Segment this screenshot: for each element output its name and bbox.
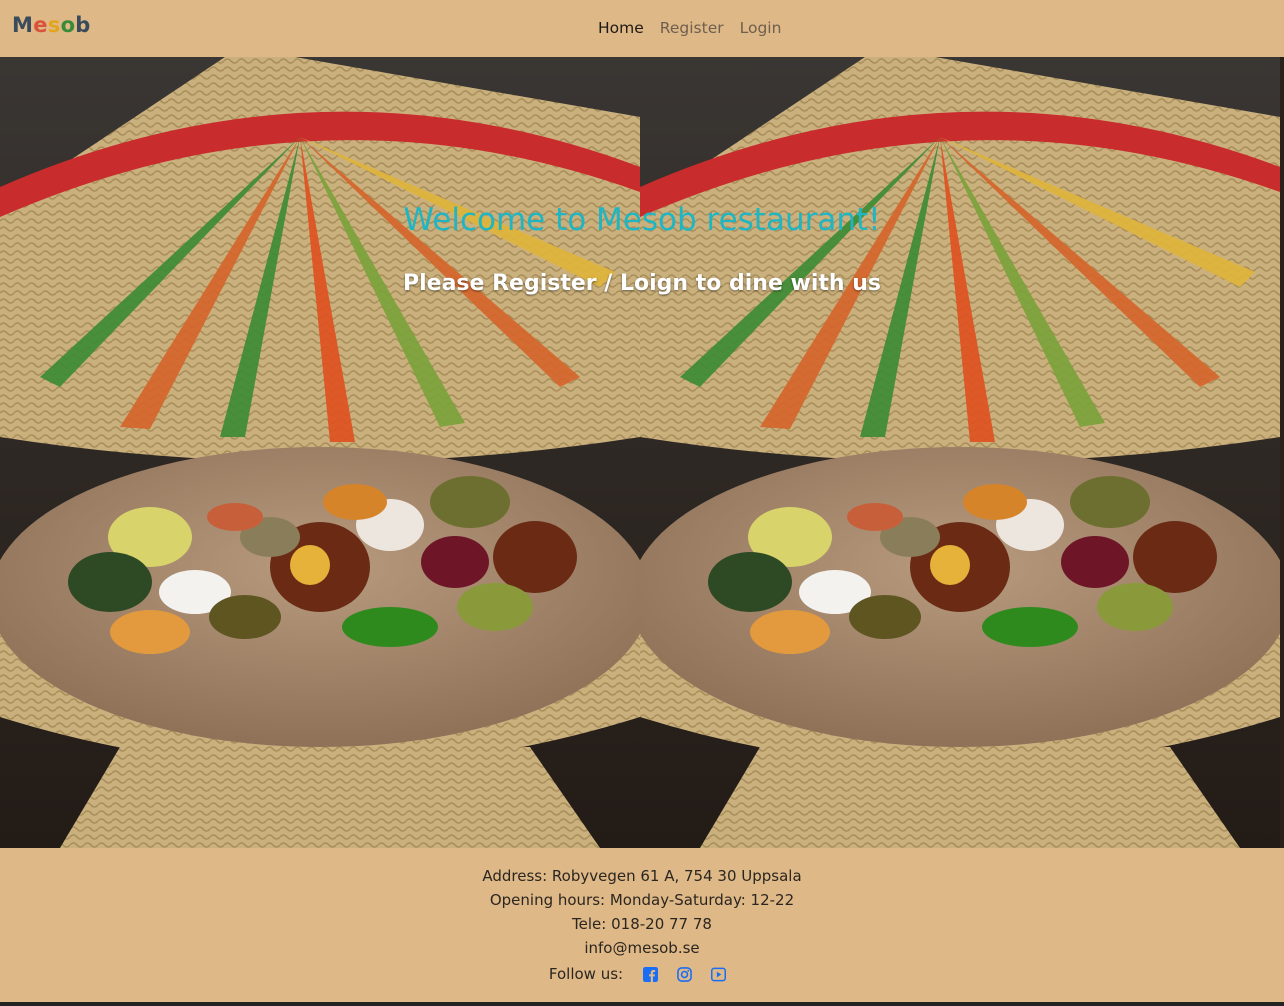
brand-letter: o [60, 13, 76, 37]
nav-login-link[interactable]: Login [732, 16, 790, 40]
brand-letter: M [12, 13, 34, 37]
footer: Address: Robyvegen 61 A, 754 30 Uppsala … [0, 848, 1284, 1002]
nav-register-link[interactable]: Register [652, 16, 732, 40]
hero-banner: Welcome to Mesob restaurant! Please Regi… [0, 57, 1284, 848]
hero-subtitle: Please Register / Loign to dine with us [402, 271, 882, 296]
facebook-icon [642, 966, 658, 982]
instagram-link[interactable] [667, 960, 701, 988]
page-bottom-edge [0, 1002, 1284, 1006]
youtube-link[interactable] [701, 960, 735, 988]
mesob-basket-illustration [0, 57, 640, 848]
hero-background-image [0, 57, 640, 848]
main-nav: Home Register Login [590, 16, 789, 40]
footer-email: info@mesob.se [584, 939, 700, 957]
brand-letter: e [33, 13, 48, 37]
facebook-link[interactable] [633, 960, 667, 988]
hero-background-image [640, 57, 1280, 848]
follow-us-label: Follow us: [548, 965, 624, 983]
footer-phone: Tele: 018-20 77 78 [572, 915, 712, 933]
hero-title: Welcome to Mesob restaurant! [403, 202, 881, 238]
youtube-icon [710, 967, 726, 981]
brand-logo[interactable]: Mesob [12, 13, 91, 37]
footer-opening-hours: Opening hours: Monday-Saturday: 12-22 [489, 891, 795, 909]
mesob-basket-illustration [640, 57, 1280, 848]
brand-letter: s [47, 13, 61, 37]
navbar: Mesob Home Register Login [0, 0, 1284, 57]
brand-letter: b [75, 13, 91, 37]
nav-home-link[interactable]: Home [590, 16, 652, 40]
footer-address: Address: Robyvegen 61 A, 754 30 Uppsala [482, 867, 802, 885]
footer-social-row: Follow us: [0, 960, 1284, 988]
instagram-icon [676, 966, 692, 982]
